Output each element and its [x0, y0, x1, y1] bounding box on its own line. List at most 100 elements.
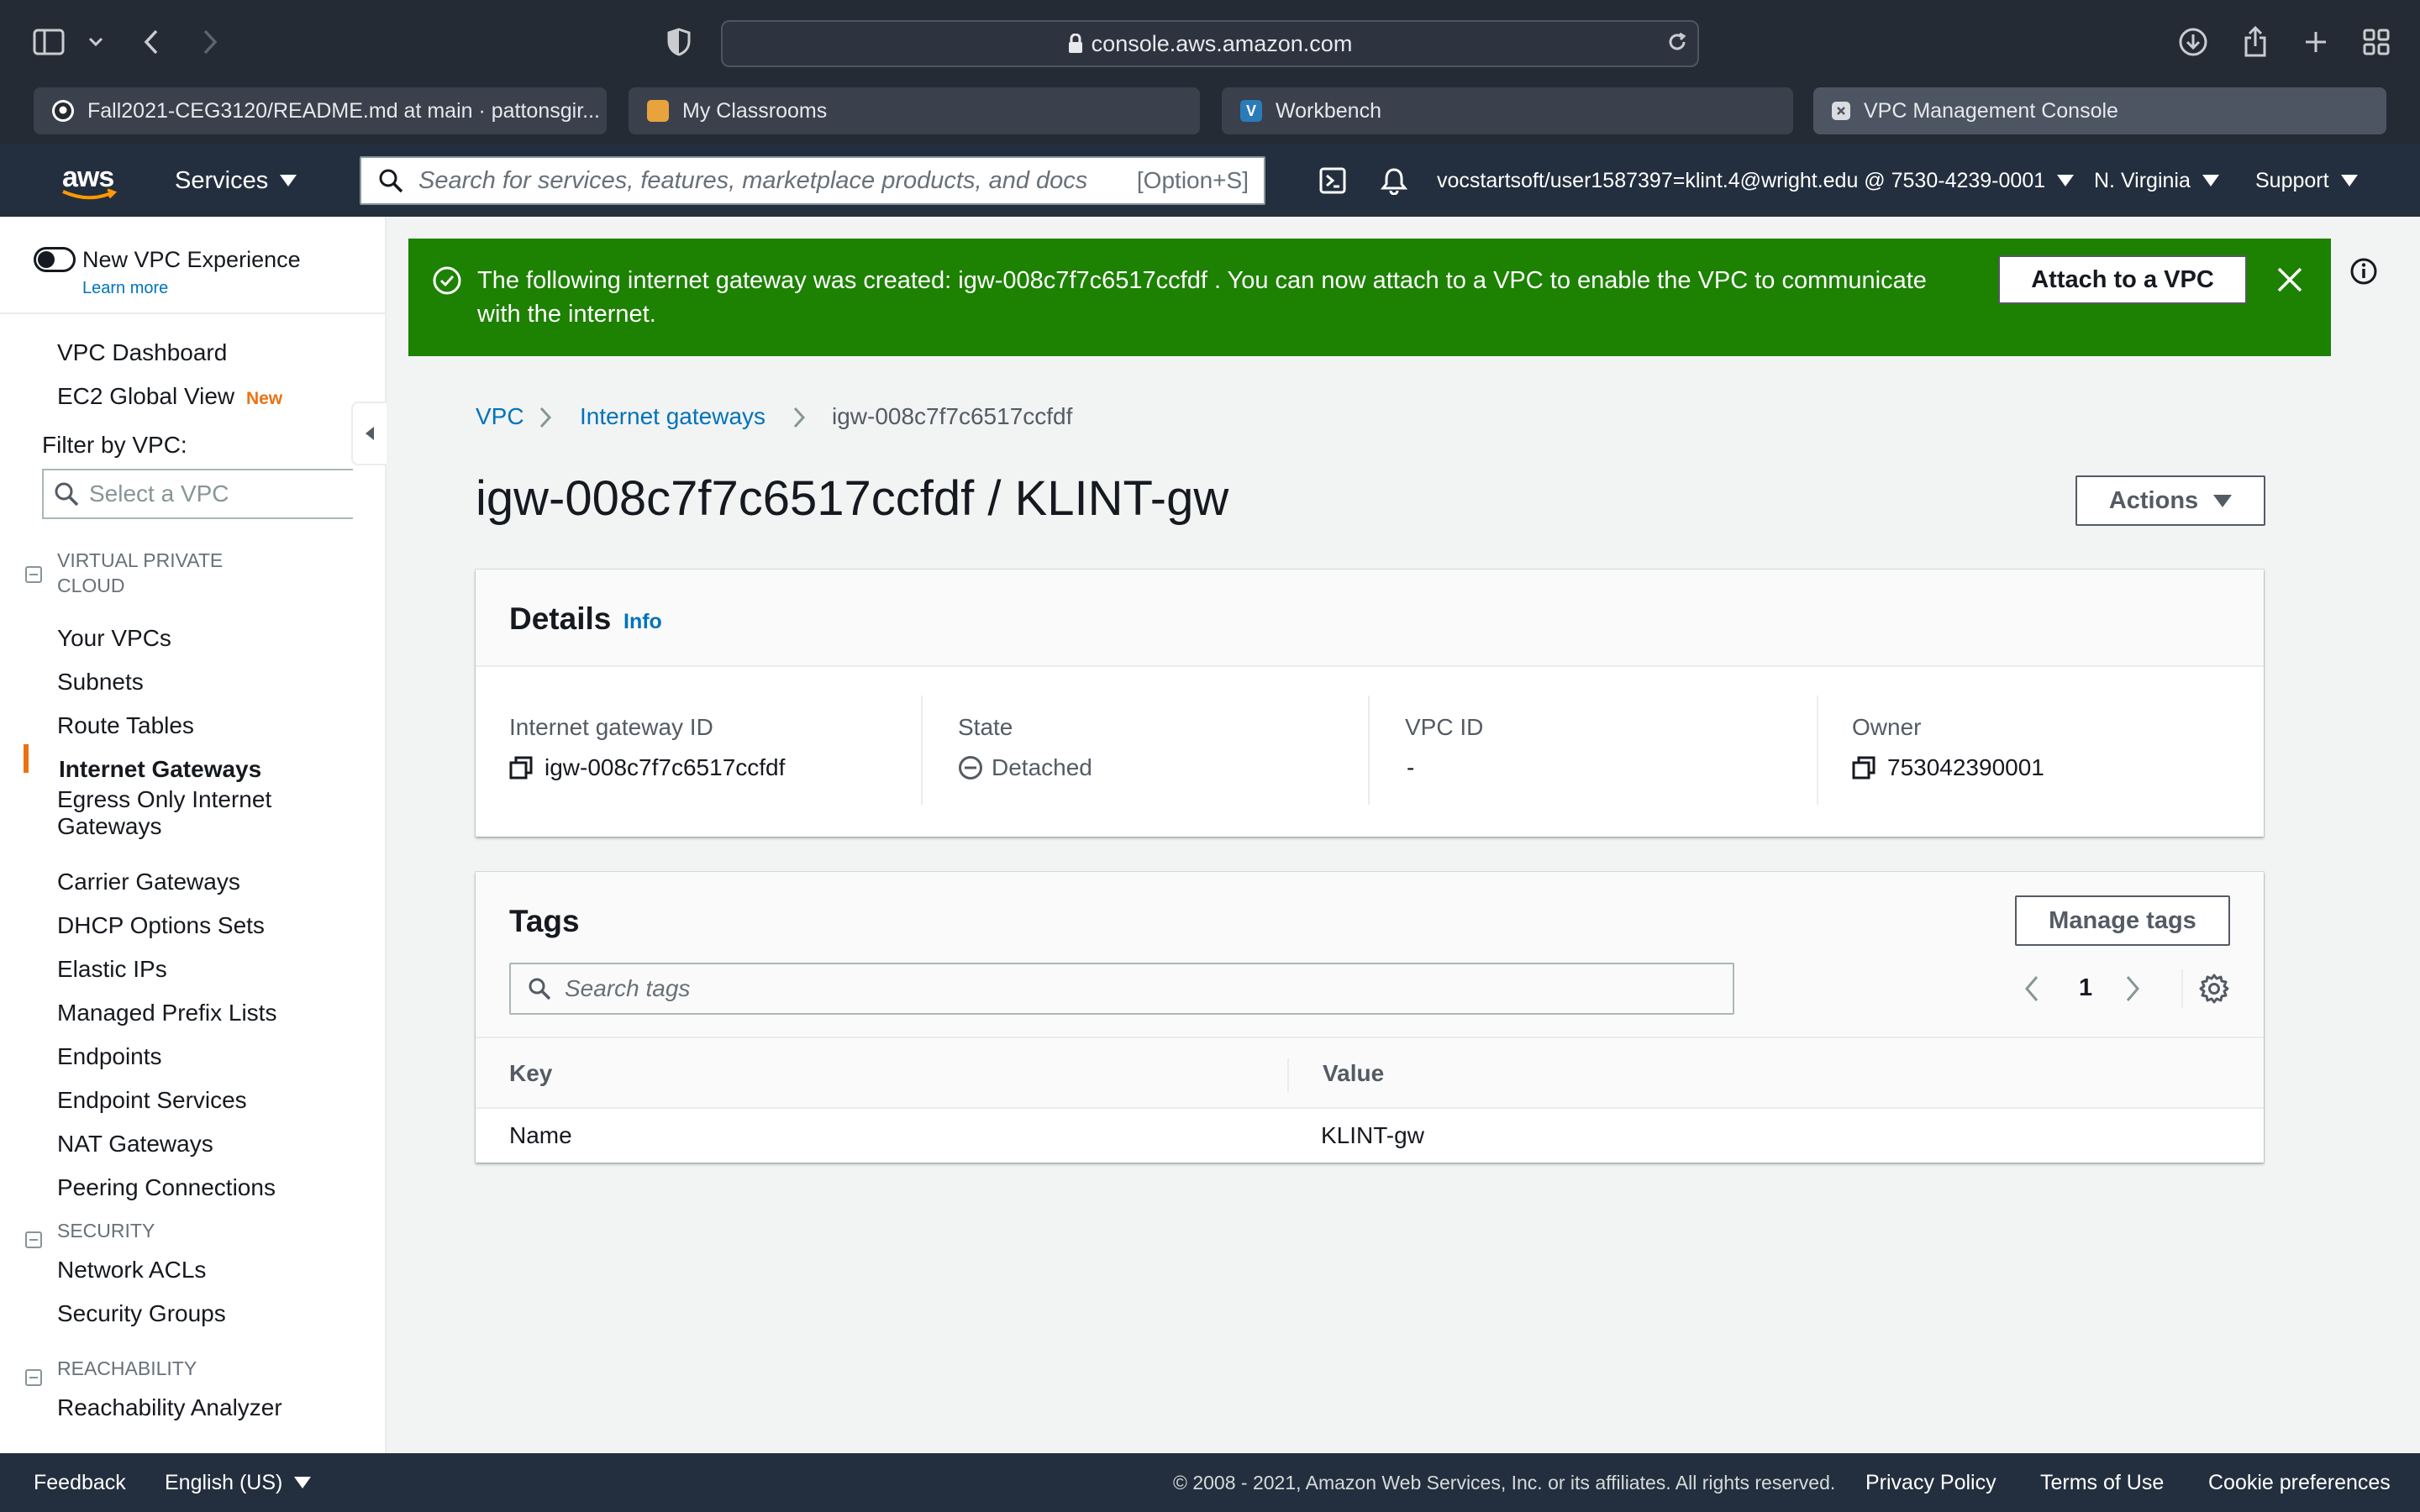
privacy-policy-link[interactable]: Privacy Policy [1865, 1453, 1996, 1512]
shield-icon[interactable] [660, 24, 697, 60]
aws-logo[interactable]: aws [60, 144, 118, 217]
new-tab-icon[interactable] [2297, 24, 2334, 60]
tab-my-classrooms[interactable]: My Classrooms [629, 87, 1200, 134]
sidebar-toggle-icon[interactable] [30, 24, 67, 60]
language-selector[interactable]: English (US) [165, 1453, 312, 1512]
terms-of-use-link[interactable]: Terms of Use [2040, 1453, 2164, 1512]
cookie-preferences-link[interactable]: Cookie preferences [2208, 1453, 2391, 1512]
divider [2181, 969, 2183, 1008]
gateway-id-value: igw-008c7f7c6517ccfdf [509, 754, 785, 781]
search-icon [528, 977, 551, 1000]
caret-left-icon [366, 427, 374, 440]
divider [1817, 696, 1818, 805]
sidebar-item-peering-connections[interactable]: Peering Connections [57, 1174, 276, 1201]
collapse-section-icon[interactable] [25, 566, 42, 583]
github-icon [52, 100, 74, 122]
sidebar-item-endpoint-services[interactable]: Endpoint Services [57, 1087, 247, 1114]
details-header: Details Info [476, 570, 2264, 667]
new-vpc-experience-toggle[interactable] [34, 247, 76, 272]
region-menu[interactable]: N. Virginia [2094, 144, 2219, 217]
manage-tags-button[interactable]: Manage tags [2015, 895, 2230, 946]
tags-header: Tags Manage tags Search tags 1 [476, 872, 2264, 1038]
sidebar-item-elastic-ips[interactable]: Elastic IPs [57, 956, 167, 983]
close-icon[interactable] [2275, 265, 2304, 294]
gear-icon[interactable] [2198, 973, 2230, 1005]
sidebar-item-ec2-global-view[interactable]: EC2 Global View New [57, 383, 282, 410]
success-flash-banner: The following internet gateway was creat… [408, 239, 2331, 356]
actions-dropdown[interactable]: Actions [2075, 475, 2265, 526]
sidebar-item-carrier-gateways[interactable]: Carrier Gateways [57, 869, 240, 895]
caret-down-icon [2202, 175, 2219, 186]
url-text: console.aws.amazon.com [1091, 30, 1353, 56]
services-menu[interactable]: Services [175, 144, 297, 217]
feedback-link[interactable]: Feedback [34, 1453, 126, 1512]
tab-workbench[interactable]: V Workbench [1222, 87, 1793, 134]
breadcrumb-vpc[interactable]: VPC [476, 403, 524, 430]
state-label: State [958, 714, 1013, 740]
collapse-sidebar-button[interactable] [351, 402, 387, 465]
box-icon [647, 100, 669, 122]
filter-vpc-placeholder: Select a VPC [89, 480, 229, 507]
collapse-section-icon[interactable] [25, 1369, 42, 1386]
column-header-value[interactable]: Value [1323, 1060, 1384, 1087]
sidebar-item-reachability-analyzer[interactable]: Reachability Analyzer [57, 1394, 282, 1421]
info-icon[interactable] [2349, 257, 2378, 286]
sidebar-item-route-tables[interactable]: Route Tables [57, 712, 194, 739]
back-icon[interactable] [133, 24, 170, 60]
chevron-left-icon[interactable] [2023, 974, 2040, 1003]
new-badge: New [245, 389, 283, 408]
forward-icon[interactable] [192, 24, 229, 60]
caret-down-icon [294, 1477, 312, 1488]
chevron-down-icon[interactable] [77, 24, 114, 60]
language-label: English (US) [165, 1470, 283, 1494]
tag-search-input[interactable]: Search tags [509, 963, 1734, 1015]
close-tab-icon[interactable] [1832, 102, 1850, 120]
filter-by-vpc-label: Filter by VPC: [42, 432, 187, 458]
details-info-link[interactable]: Info [623, 610, 662, 634]
vpc-id-value: - [1407, 754, 1415, 780]
sidebar-item-security-groups[interactable]: Security Groups [57, 1300, 226, 1327]
breadcrumb-internet-gateways[interactable]: Internet gateways [580, 403, 765, 430]
collapse-section-icon[interactable] [25, 1231, 42, 1248]
tab-github[interactable]: Fall2021-CEG3120/README.md at main · pat… [34, 87, 607, 134]
divider [921, 696, 923, 805]
chevron-right-icon[interactable] [2124, 974, 2141, 1003]
tab-vpc-console[interactable]: VPC Management Console [1813, 87, 2386, 134]
learn-more-link[interactable]: Learn more [82, 279, 168, 298]
tab-label: Workbench [1276, 98, 1381, 123]
tab-label: VPC Management Console [1864, 98, 2118, 123]
tab-label: My Classrooms [682, 98, 828, 123]
search-input[interactable]: Search for services, features, marketpla… [360, 156, 1265, 205]
filter-vpc-select[interactable]: Select a VPC [42, 469, 353, 519]
sidebar-item-network-acls[interactable]: Network ACLs [57, 1257, 206, 1284]
column-header-key[interactable]: Key [509, 1060, 552, 1087]
flash-message: The following internet gateway was creat… [477, 267, 1927, 328]
sidebar-item-egress-only-internet-gateways[interactable]: Egress Only Internet Gateways [57, 786, 309, 840]
bell-icon[interactable] [1380, 144, 1408, 217]
address-bar[interactable]: console.aws.amazon.com [721, 20, 1699, 67]
attach-to-vpc-button[interactable]: Attach to a VPC [1998, 255, 2247, 304]
share-icon[interactable] [2237, 24, 2274, 60]
search-placeholder: Search for services, features, marketpla… [418, 166, 1088, 194]
sidebar-item-internet-gateways[interactable]: Internet Gateways [59, 756, 261, 783]
reload-icon[interactable] [1659, 24, 1696, 60]
page-number[interactable]: 1 [2079, 974, 2092, 1002]
sidebar-item-your-vpcs[interactable]: Your VPCs [57, 625, 171, 652]
caret-down-icon [2213, 494, 2233, 507]
sidebar-item-dhcp-options-sets[interactable]: DHCP Options Sets [57, 912, 265, 939]
divider [1368, 696, 1370, 805]
copy-icon[interactable] [1852, 756, 1876, 780]
sidebar-item-endpoints[interactable]: Endpoints [57, 1043, 162, 1070]
account-menu[interactable]: vocstartsoft/user1587397=klint.4@wright.… [1437, 144, 2075, 217]
copy-icon[interactable] [509, 756, 533, 780]
sidebar-item-nat-gateways[interactable]: NAT Gateways [57, 1131, 213, 1158]
vocareum-icon: V [1240, 100, 1262, 122]
tag-key-cell: Name [509, 1122, 572, 1148]
sidebar-item-managed-prefix-lists[interactable]: Managed Prefix Lists [57, 1000, 276, 1026]
sidebar-item-vpc-dashboard[interactable]: VPC Dashboard [57, 339, 227, 366]
sidebar-item-subnets[interactable]: Subnets [57, 669, 144, 696]
tab-overview-icon[interactable] [2358, 24, 2395, 60]
download-icon[interactable] [2175, 24, 2212, 60]
support-menu[interactable]: Support [2255, 144, 2358, 217]
cloudshell-icon[interactable] [1319, 144, 1346, 217]
